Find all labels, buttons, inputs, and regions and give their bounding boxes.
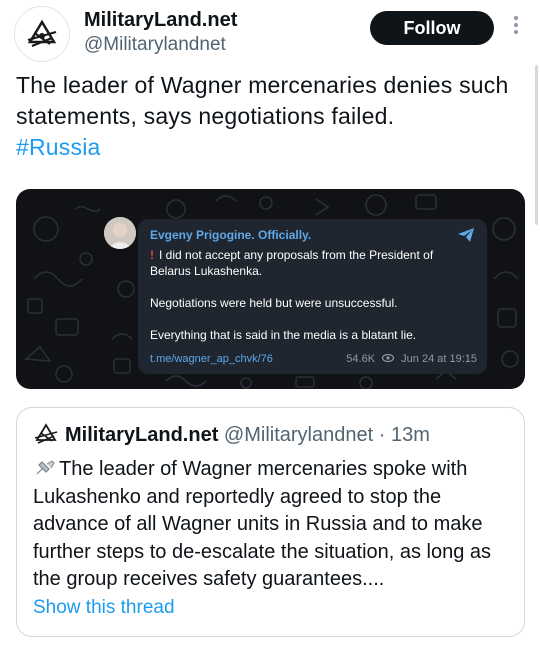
author-name[interactable]: MilitaryLand.net [84, 8, 237, 32]
message-meta: 54.6K Jun 24 at 19:15 [346, 351, 477, 367]
author-handle[interactable]: @Militarylandnet [84, 32, 237, 58]
channel-avatar [104, 217, 136, 249]
quote-body: The leader of Wagner mercenaries spoke w… [33, 458, 492, 590]
quote-author-handle: @Militarylandnet [223, 424, 374, 446]
message-author: Evgeny Prigogine. Officially. [150, 228, 312, 242]
view-count: 54.6K [346, 353, 376, 365]
hashtag-link[interactable]: #Russia [16, 134, 101, 160]
message-line-3: Everything that is said in the media is … [150, 328, 417, 342]
message-date: Jun 24 at 19:15 [401, 353, 477, 365]
eye-icon [381, 353, 395, 363]
scrollbar[interactable] [535, 65, 538, 225]
militaryland-logo-icon [34, 423, 58, 444]
quote-text: The leader of Wagner mercenaries spoke w… [33, 456, 513, 594]
telegram-message: Evgeny Prigogine. Officially. ! I did not… [138, 219, 487, 374]
exclamation-icon: ! [150, 248, 154, 262]
pushpin-icon [36, 460, 55, 475]
follow-button[interactable]: Follow [370, 11, 494, 45]
message-line-1: I did not accept any proposals from the … [150, 248, 434, 278]
quote-author-name: MilitaryLand.net [65, 424, 219, 446]
tweet-body: The leader of Wagner mercenaries denies … [16, 72, 509, 129]
telegram-send-icon [458, 228, 474, 242]
show-thread-link[interactable]: Show this thread [33, 597, 175, 619]
quoted-tweet[interactable]: MilitaryLand.net @Militarylandnet · 13m … [16, 407, 525, 637]
more-options-icon[interactable] [508, 14, 524, 38]
avatar[interactable] [14, 6, 70, 62]
message-link[interactable]: t.me/wagner_ap_chvk/76 [150, 353, 273, 365]
quote-separator: · [373, 424, 391, 446]
tweet-header: MilitaryLand.net @Militarylandnet Follow [14, 6, 524, 64]
tweet-text: The leader of Wagner mercenaries denies … [16, 70, 516, 163]
message-line-2: Negotiations were held but were unsucces… [150, 296, 398, 310]
militaryland-logo-icon [27, 19, 57, 48]
quote-timestamp: 13m [390, 424, 430, 446]
tweet-image[interactable]: Evgeny Prigogine. Officially. ! I did not… [16, 189, 525, 389]
quote-header: MilitaryLand.net @Militarylandnet · 13m [33, 422, 430, 448]
